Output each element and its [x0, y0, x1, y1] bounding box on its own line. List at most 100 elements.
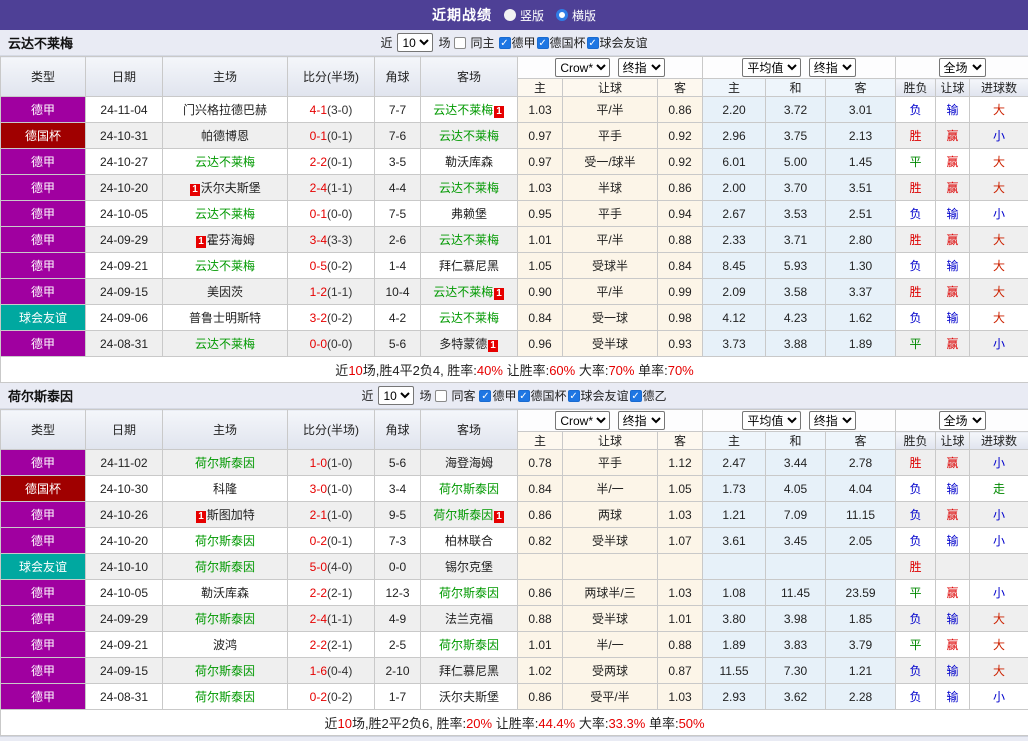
red-card-badge: 1: [494, 288, 504, 300]
match-row: 德甲24-08-31荷尔斯泰因0-2(0-2)1-7沃尔夫斯堡0.86受平/半1…: [1, 684, 1028, 710]
result-handicap: 赢: [936, 175, 970, 201]
radio-vertical-icon[interactable]: [504, 9, 516, 21]
match-date: 24-09-29: [86, 606, 163, 632]
full-time-score: 3-2: [310, 311, 327, 325]
full-time-score: 2-1: [310, 508, 327, 522]
away-team-cell: 荷尔斯泰因1: [421, 502, 518, 528]
score-cell: 1-6(0-4): [288, 658, 375, 684]
match-row: 德甲24-09-291霍芬海姆3-4(3-3)2-6云达不莱梅1.01平/半0.…: [1, 227, 1028, 253]
odds-source-select[interactable]: Crow*: [555, 411, 610, 430]
avg-away: 2.13: [826, 123, 896, 149]
league-checkbox[interactable]: ✓: [479, 390, 491, 402]
result-overunder: 大: [970, 97, 1028, 123]
summary-segment: 70%: [668, 363, 694, 378]
half-time-score: (3-3): [327, 233, 352, 247]
match-row: 德甲24-10-201沃尔夫斯堡2-4(1-1)4-4云达不莱梅1.03半球0.…: [1, 175, 1028, 201]
odds-source-select[interactable]: Crow*: [555, 58, 610, 77]
layout-option-horizontal[interactable]: 横版: [556, 7, 596, 24]
odds-ref-select[interactable]: 终指: [618, 58, 665, 77]
radio-horizontal-label: 横版: [572, 7, 596, 24]
league-checkbox[interactable]: ✓: [587, 37, 599, 49]
avg-ref-select[interactable]: 终指: [809, 58, 856, 77]
league-badge: 德国杯: [1, 123, 86, 149]
avg-home: 1.08: [703, 580, 766, 606]
team-name: 荷尔斯泰因: [8, 386, 73, 405]
red-card-badge: 1: [196, 511, 206, 523]
result-overunder: 大: [970, 175, 1028, 201]
league-checkbox[interactable]: ✓: [537, 37, 549, 49]
result-handicap: 输: [936, 658, 970, 684]
avg-source-select[interactable]: 平均值: [742, 58, 801, 77]
match-row: 德甲24-09-15美因茨1-2(1-1)10-4云达不莱梅10.90平/半0.…: [1, 279, 1028, 305]
score-cell: 3-2(0-2): [288, 305, 375, 331]
team-name: 云达不莱梅: [8, 33, 73, 52]
odds-away: 0.92: [658, 149, 703, 175]
avg-source-select[interactable]: 平均值: [742, 411, 801, 430]
league-checkbox-label: 德甲: [492, 387, 516, 404]
same-venue-checkbox[interactable]: [454, 37, 466, 49]
scope-select[interactable]: 全场: [939, 58, 986, 77]
result-winloss: 负: [896, 528, 936, 554]
filter-bar: 近 10 场 同客 ✓德甲✓德国杯✓球会友谊✓德乙: [361, 386, 666, 405]
away-team-cell: 云达不莱梅: [421, 123, 518, 149]
avg-draw: 3.62: [766, 684, 826, 710]
home-team-name: 沃尔夫斯堡: [201, 181, 261, 195]
home-team-cell: 云达不莱梅: [163, 201, 288, 227]
full-time-score: 3-4: [310, 233, 327, 247]
home-team-cell: 荷尔斯泰因: [163, 528, 288, 554]
match-count-select[interactable]: 10: [378, 386, 414, 405]
layout-option-vertical[interactable]: 竖版: [504, 7, 544, 24]
home-team-name: 普鲁士明斯特: [189, 311, 261, 325]
half-time-score: (0-2): [327, 259, 352, 273]
corners: 9-5: [375, 502, 421, 528]
avg-home: 2.67: [703, 201, 766, 227]
result-overunder: 小: [970, 331, 1028, 357]
match-date: 24-10-20: [86, 528, 163, 554]
home-team-name: 门兴格拉德巴赫: [183, 103, 267, 117]
odds-away: 1.01: [658, 606, 703, 632]
avg-draw: 3.75: [766, 123, 826, 149]
league-checkbox-label: 德甲: [512, 34, 536, 51]
scope-select[interactable]: 全场: [939, 411, 986, 430]
result-winloss: 负: [896, 201, 936, 227]
avg-home: 2.96: [703, 123, 766, 149]
result-overunder: 大: [970, 253, 1028, 279]
half-time-score: (0-1): [327, 155, 352, 169]
league-checkbox-label: 德国杯: [531, 387, 567, 404]
score-cell: 0-1(0-1): [288, 123, 375, 149]
result-overunder: 小: [970, 580, 1028, 606]
league-checkbox[interactable]: ✓: [630, 390, 642, 402]
same-venue-checkbox[interactable]: [435, 390, 447, 402]
radio-horizontal-icon[interactable]: [556, 9, 568, 21]
avg-away: [826, 554, 896, 580]
match-count-select[interactable]: 10: [397, 33, 433, 52]
result-winloss: 负: [896, 476, 936, 502]
full-time-score: 1-6: [310, 664, 327, 678]
avg-select-group: 平均值 终指: [703, 410, 896, 432]
home-team-cell: 普鲁士明斯特: [163, 305, 288, 331]
filter-bar: 近 10 场 同主 ✓德甲✓德国杯✓球会友谊: [380, 33, 647, 52]
full-time-score: 5-0: [310, 560, 327, 574]
full-time-score: 1-0: [310, 456, 327, 470]
odds-ref-select[interactable]: 终指: [618, 411, 665, 430]
summary-segment: 10: [337, 716, 351, 731]
col-header-corners: 角球: [375, 57, 421, 97]
home-team-name: 云达不莱梅: [195, 155, 255, 169]
col-header-odds-home: 主: [518, 432, 563, 450]
result-handicap: 赢: [936, 632, 970, 658]
handicap-line: 受两球: [563, 658, 658, 684]
avg-ref-select[interactable]: 终指: [809, 411, 856, 430]
away-team-name: 拜仁慕尼黑: [439, 259, 499, 273]
league-checkbox[interactable]: ✓: [499, 37, 511, 49]
recent-results-panel: 近期战绩 竖版 横版 云达不莱梅 近 10 场 同主 ✓德甲✓德国杯✓球会友谊: [0, 0, 1028, 741]
avg-draw: 5.93: [766, 253, 826, 279]
league-checkbox[interactable]: ✓: [518, 390, 530, 402]
home-team-cell: 1斯图加特: [163, 502, 288, 528]
result-handicap: 赢: [936, 580, 970, 606]
half-time-score: (0-2): [327, 690, 352, 704]
odds-away: 0.99: [658, 279, 703, 305]
col-header-home: 主场: [163, 410, 288, 450]
matches-table: 类型 日期 主场 比分(半场) 角球 客场 Crow* 终指 平均值 终指: [0, 56, 1028, 383]
home-team-cell: 勒沃库森: [163, 580, 288, 606]
league-checkbox[interactable]: ✓: [568, 390, 580, 402]
